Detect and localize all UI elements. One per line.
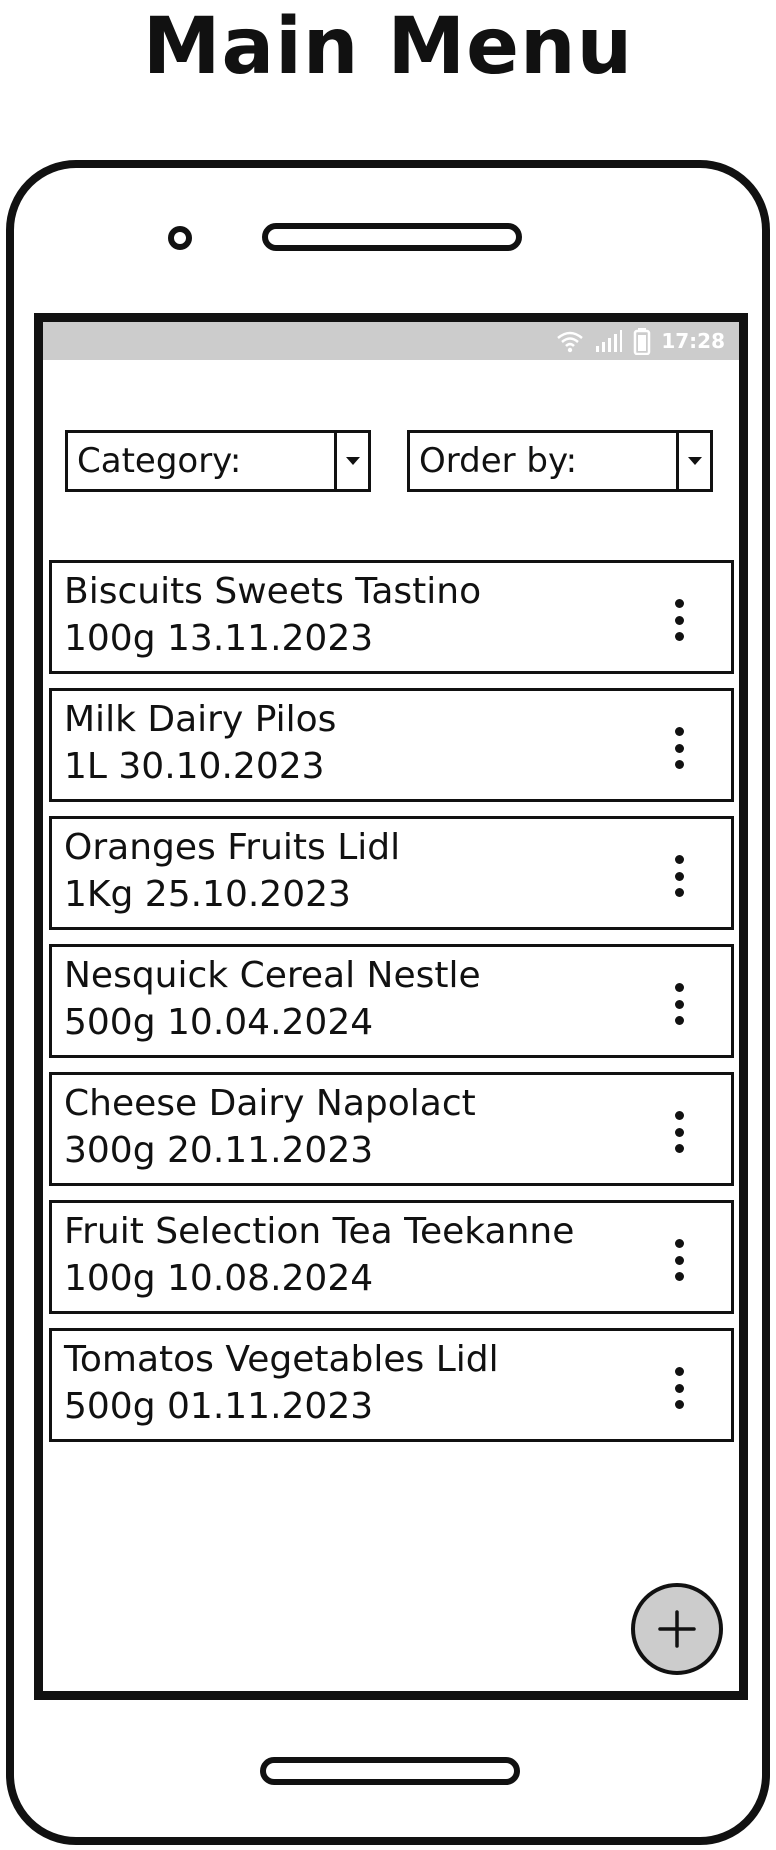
list-item[interactable]: Nesquick Cereal Nestle 500g 10.04.2024 bbox=[49, 944, 734, 1058]
item-title: Cheese Dairy Napolact bbox=[64, 1083, 476, 1124]
list-item[interactable]: Cheese Dairy Napolact 300g 20.11.2023 bbox=[49, 1072, 734, 1186]
status-bar: 17:28 bbox=[43, 322, 739, 360]
list-item[interactable]: Milk Dairy Pilos 1L 30.10.2023 bbox=[49, 688, 734, 802]
item-title: Fruit Selection Tea Teekanne bbox=[64, 1211, 575, 1252]
wifi-icon bbox=[557, 331, 584, 353]
home-button[interactable] bbox=[260, 1757, 520, 1785]
item-title: Biscuits Sweets Tastino bbox=[64, 571, 482, 612]
add-item-button[interactable] bbox=[631, 1583, 723, 1675]
signal-icon bbox=[596, 330, 623, 352]
phone-screen: 17:28 Category: Order by: Biscuits Sweet… bbox=[34, 313, 748, 1700]
page-title: Main Menu bbox=[142, 2, 634, 92]
item-details: 300g 20.11.2023 bbox=[64, 1130, 374, 1171]
category-dropdown-label: Category: bbox=[77, 441, 242, 481]
item-title: Milk Dairy Pilos bbox=[64, 699, 337, 740]
item-details: 1L 30.10.2023 bbox=[64, 746, 325, 787]
more-options-icon[interactable] bbox=[669, 599, 689, 641]
list-item[interactable]: Tomatos Vegetables Lidl 500g 01.11.2023 bbox=[49, 1328, 734, 1442]
product-list: Biscuits Sweets Tastino 100g 13.11.2023 … bbox=[49, 560, 734, 1456]
more-options-icon[interactable] bbox=[669, 727, 689, 769]
item-details: 100g 13.11.2023 bbox=[64, 618, 374, 659]
item-details: 500g 01.11.2023 bbox=[64, 1386, 374, 1427]
more-options-icon[interactable] bbox=[669, 1239, 689, 1281]
more-options-icon[interactable] bbox=[669, 983, 689, 1025]
item-details: 100g 10.08.2024 bbox=[64, 1258, 374, 1299]
list-item[interactable]: Biscuits Sweets Tastino 100g 13.11.2023 bbox=[49, 560, 734, 674]
more-options-icon[interactable] bbox=[669, 1367, 689, 1409]
chevron-down-icon[interactable] bbox=[676, 433, 710, 489]
order-by-dropdown-label: Order by: bbox=[419, 441, 578, 481]
order-by-dropdown[interactable]: Order by: bbox=[407, 430, 713, 492]
item-title: Oranges Fruits Lidl bbox=[64, 827, 401, 868]
list-item[interactable]: Fruit Selection Tea Teekanne 100g 10.08.… bbox=[49, 1200, 734, 1314]
item-details: 500g 10.04.2024 bbox=[64, 1002, 374, 1043]
battery-icon bbox=[634, 328, 651, 355]
camera-dot bbox=[168, 226, 192, 250]
speaker-slot bbox=[262, 223, 522, 251]
more-options-icon[interactable] bbox=[669, 855, 689, 897]
chevron-down-icon[interactable] bbox=[334, 433, 368, 489]
more-options-icon[interactable] bbox=[669, 1111, 689, 1153]
status-time: 17:28 bbox=[661, 329, 725, 353]
item-title: Tomatos Vegetables Lidl bbox=[64, 1339, 499, 1380]
plus-icon bbox=[658, 1610, 696, 1648]
item-details: 1Kg 25.10.2023 bbox=[64, 874, 351, 915]
list-item[interactable]: Oranges Fruits Lidl 1Kg 25.10.2023 bbox=[49, 816, 734, 930]
item-title: Nesquick Cereal Nestle bbox=[64, 955, 481, 996]
category-dropdown[interactable]: Category: bbox=[65, 430, 371, 492]
